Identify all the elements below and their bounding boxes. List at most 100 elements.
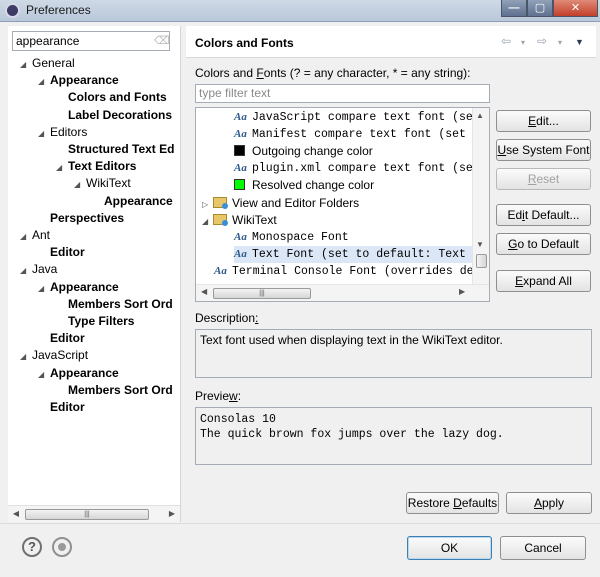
expand-arrow-icon[interactable]: ◢: [38, 73, 50, 90]
font-tree-item[interactable]: Aa Terminal Console Font (overrides def: [214, 263, 480, 280]
view-menu-icon[interactable]: ▼: [575, 37, 584, 47]
tree-item[interactable]: ◢ WikiText: [74, 175, 131, 192]
ok-button[interactable]: OK: [407, 536, 492, 560]
tree-item[interactable]: Appearance: [92, 193, 173, 210]
title-bar: Preferences — ▢ ✕: [0, 0, 600, 22]
tree-item-label: JavaScript compare text font (set to: [252, 111, 490, 124]
font-tree-item[interactable]: Aa Monospace Font: [234, 229, 349, 246]
font-tree-item[interactable]: Aa JavaScript compare text font (set to: [234, 109, 490, 126]
vertical-scroll-thumb[interactable]: [476, 254, 487, 268]
horizontal-scroll-thumb[interactable]: |||: [213, 288, 311, 299]
expand-arrow-icon[interactable]: ▷: [202, 196, 213, 213]
color-tree-item[interactable]: Resolved change color: [234, 177, 374, 194]
expand-arrow-icon[interactable]: ◢: [20, 56, 32, 73]
apply-button[interactable]: Apply: [506, 492, 592, 514]
eraser-icon[interactable]: ⌫: [154, 35, 170, 47]
tree-item[interactable]: Type Filters: [56, 313, 134, 330]
tree-item[interactable]: Colors and Fonts: [56, 89, 167, 106]
expand-arrow-icon[interactable]: ◢: [20, 348, 32, 365]
tree-item[interactable]: ◢ Text Editors: [56, 158, 136, 175]
font-icon: Aa: [234, 247, 247, 260]
back-arrow-icon[interactable]: ⇦: [501, 34, 511, 48]
eclipse-app-icon: [5, 3, 20, 18]
scroll-thumb[interactable]: |||: [25, 509, 149, 520]
scroll-left-icon[interactable]: ◀: [201, 287, 207, 296]
minimize-button[interactable]: —: [501, 0, 527, 17]
color-tree-item[interactable]: Outgoing change color: [234, 143, 373, 160]
cancel-button[interactable]: Cancel: [500, 536, 586, 560]
back-history-dropdown-icon[interactable]: ▾: [521, 38, 525, 47]
tree-item[interactable]: Members Sort Ord: [56, 382, 173, 399]
tree-item[interactable]: ◢ Appearance: [38, 279, 119, 296]
description-label: Description:: [195, 311, 259, 325]
tree-item-label: Manifest compare text font (set to: [252, 128, 487, 142]
forward-arrow-icon[interactable]: ⇨: [537, 34, 547, 48]
tree-item-label: Members Sort Ord: [68, 296, 173, 311]
go-to-default-button[interactable]: Go to Default: [496, 233, 591, 255]
font-tree-item[interactable]: Aa Manifest compare text font (set to: [234, 126, 487, 143]
maximize-button[interactable]: ▢: [527, 0, 553, 17]
tree-item-label: View and Editor Folders: [232, 195, 360, 210]
tree-vertical-scrollbar[interactable]: ▲ ▼: [472, 108, 489, 286]
folder-tree-item[interactable]: ◢ WikiText: [202, 212, 277, 229]
close-button[interactable]: ✕: [553, 0, 598, 17]
tree-item-label: Text Font (set to default: Text Fo: [252, 247, 487, 261]
tree-item[interactable]: Editor: [38, 399, 85, 416]
font-tree-item[interactable]: Aa plugin.xml compare text font (set to: [234, 160, 489, 177]
forward-history-dropdown-icon[interactable]: ▾: [558, 38, 562, 47]
dialog-button-bar: ? OK Cancel: [0, 523, 600, 577]
font-icon: Aa: [234, 162, 247, 175]
font-icon: Aa: [234, 230, 247, 243]
type-filter-input[interactable]: type filter text: [195, 84, 490, 103]
expand-arrow-icon[interactable]: ◢: [74, 176, 86, 193]
tree-item[interactable]: ◢ Appearance: [38, 72, 119, 89]
nav-horizontal-scrollbar[interactable]: ◀ ||| ▶: [8, 505, 180, 522]
tree-item-label: WikiText: [86, 176, 131, 191]
help-icon[interactable]: ?: [22, 537, 42, 557]
description-text: Text font used when displaying text in t…: [195, 329, 592, 378]
font-preview: Consolas 10 The quick brown fox jumps ov…: [195, 407, 592, 465]
expand-all-button[interactable]: Expand All: [496, 270, 591, 292]
preview-label: Preview:: [195, 389, 242, 403]
reset-button[interactable]: Reset: [496, 168, 591, 190]
tree-item-label: Appearance: [50, 279, 119, 294]
tree-item[interactable]: ◢ Ant: [20, 227, 50, 244]
tree-item[interactable]: Structured Text Ed: [56, 141, 174, 158]
tree-item[interactable]: Members Sort Ord: [56, 296, 173, 313]
expand-arrow-icon[interactable]: ◢: [56, 159, 68, 176]
edit-default-button[interactable]: Edit Default...: [496, 204, 591, 226]
tree-item[interactable]: ◢ Appearance: [38, 365, 119, 382]
scroll-right-icon[interactable]: ▶: [166, 508, 178, 520]
tree-item[interactable]: ◢ General: [20, 55, 75, 72]
tree-item-label: Outgoing change color: [252, 144, 373, 159]
restore-defaults-button[interactable]: Restore Defaults: [406, 492, 499, 514]
scroll-up-icon[interactable]: ▲: [476, 111, 484, 120]
tree-item-label: Ant: [32, 228, 51, 242]
tree-item[interactable]: ◢ Java: [20, 261, 57, 278]
tree-item[interactable]: Editor: [38, 330, 85, 347]
expand-arrow-icon[interactable]: ◢: [20, 262, 32, 279]
tree-item-label: Editors: [50, 124, 88, 139]
expand-arrow-icon[interactable]: ◢: [38, 125, 50, 142]
preference-filter-input[interactable]: appearance ⌫: [12, 31, 170, 51]
scroll-left-icon[interactable]: ◀: [10, 508, 22, 520]
folder-icon: [213, 213, 228, 226]
font-tree-item[interactable]: Aa Text Font (set to default: Text Fo: [234, 245, 487, 263]
use-system-font-button[interactable]: Use System Font: [496, 139, 591, 161]
expand-arrow-icon[interactable]: ◢: [20, 228, 32, 245]
tree-item[interactable]: Perspectives: [38, 210, 124, 227]
tree-item-label: Editor: [50, 400, 85, 414]
tree-horizontal-scrollbar[interactable]: ◀ ||| ▶: [196, 284, 489, 301]
tree-item[interactable]: Editor: [38, 244, 85, 261]
expand-arrow-icon[interactable]: ◢: [38, 280, 50, 297]
record-preferences-icon[interactable]: [52, 537, 72, 557]
scroll-right-icon[interactable]: ▶: [459, 287, 465, 296]
tree-item[interactable]: Label Decorations: [56, 107, 172, 124]
expand-arrow-icon[interactable]: ◢: [202, 213, 213, 230]
folder-tree-item[interactable]: ▷ View and Editor Folders: [202, 195, 359, 212]
expand-arrow-icon[interactable]: ◢: [38, 366, 50, 383]
edit-button[interactable]: Edit...: [496, 110, 591, 132]
tree-item[interactable]: ◢ Editors: [38, 124, 87, 141]
scroll-down-icon[interactable]: ▼: [476, 240, 484, 249]
tree-item[interactable]: ◢ JavaScript: [20, 347, 88, 364]
